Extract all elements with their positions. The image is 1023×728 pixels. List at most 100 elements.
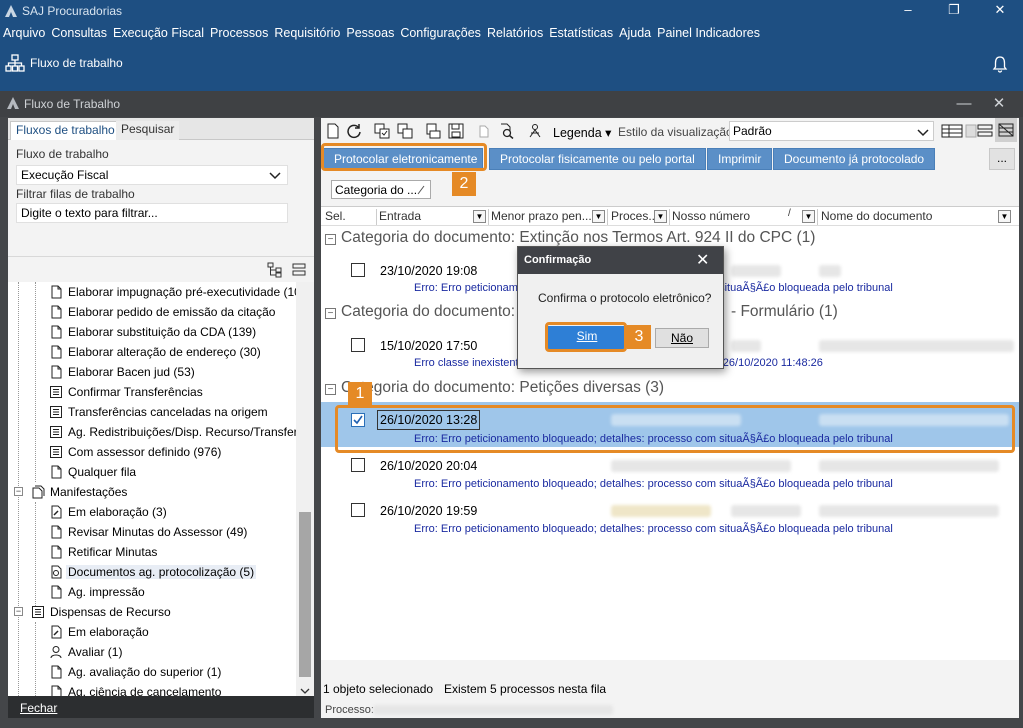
menu-configuracoes[interactable]: Configurações — [397, 22, 484, 46]
menu-ajuda[interactable]: Ajuda — [616, 22, 654, 46]
tree-item[interactable]: Transferências canceladas na origem — [8, 402, 296, 422]
sort-indicator-icon: / — [788, 208, 791, 219]
row-checkbox[interactable] — [351, 338, 365, 352]
copy-icon[interactable] — [397, 123, 413, 139]
menu-relatorios[interactable]: Relatórios — [484, 22, 546, 46]
tree-item[interactable]: Elaborar alteração de endereço (30) — [8, 342, 296, 362]
menu-processos[interactable]: Processos — [207, 22, 271, 46]
row-checkbox[interactable] — [351, 458, 365, 472]
row-checkbox[interactable] — [351, 503, 365, 517]
more-button[interactable]: ... — [989, 148, 1015, 170]
collapse-toggle[interactable]: − — [325, 384, 336, 395]
maximize-button[interactable]: ❐ — [931, 0, 977, 22]
filter-dropdown-icon[interactable]: ▼ — [998, 210, 1011, 223]
no-button[interactable]: Não — [655, 328, 709, 348]
tree-item[interactable]: Ag. impressão — [8, 582, 296, 602]
menu-consultas[interactable]: Consultas — [48, 22, 110, 46]
tree-item[interactable]: Qualquer fila — [8, 462, 296, 482]
tree-folder-manifestacoes[interactable]: − Manifestações — [8, 482, 296, 502]
menu-execucao-fiscal[interactable]: Execução Fiscal — [110, 22, 207, 46]
print-button[interactable]: Imprimir — [707, 148, 773, 170]
document-icon — [51, 365, 62, 379]
menu-pessoas[interactable]: Pessoas — [343, 22, 397, 46]
table-row[interactable]: 26/10/2020 20:04 Erro: Erro peticionamen… — [321, 448, 1019, 493]
expand-all-icon[interactable] — [267, 262, 283, 278]
filter-off-icon[interactable] — [995, 118, 1017, 142]
tree-item[interactable]: Avaliar (1) — [8, 642, 296, 662]
tree-item[interactable]: Elaborar substituição da CDA (139) — [8, 322, 296, 342]
legend-dropdown[interactable]: Legenda ▾ — [553, 125, 611, 140]
chevron-down-icon[interactable] — [300, 686, 310, 696]
column-nosso-numero[interactable]: Nosso número — [672, 209, 750, 223]
collapse-all-icon[interactable] — [291, 262, 307, 278]
filter-dropdown-icon[interactable]: ▼ — [654, 210, 667, 223]
filter-dropdown-icon[interactable]: ▼ — [473, 210, 486, 223]
document-icon — [51, 525, 62, 539]
collapse-toggle[interactable]: − — [14, 487, 23, 496]
row-checkbox[interactable] — [351, 263, 365, 277]
tree-item[interactable]: Ag. avaliação do superior (1) — [8, 662, 296, 682]
already-protocoled-button[interactable]: Documento já protocolado — [773, 148, 936, 170]
tab-fluxos-de-trabalho[interactable]: Fluxos de trabalho — [10, 121, 121, 140]
bell-icon[interactable] — [990, 54, 1010, 74]
filter-dropdown-icon[interactable]: ▼ — [592, 210, 605, 223]
collapse-toggle[interactable]: − — [325, 234, 336, 245]
tree-vertical-scrollbar[interactable] — [296, 282, 314, 700]
column-chooser-icon[interactable] — [965, 123, 977, 139]
dialog-close-icon[interactable]: ✕ — [696, 250, 709, 270]
tree-item[interactable]: Ag. Redistribuições/Disp. Recurso/Transf… — [8, 422, 296, 442]
tree-item-selected[interactable]: Documentos ag. protocolização (5) — [8, 562, 296, 582]
attach-icon[interactable] — [476, 123, 492, 139]
save-icon[interactable] — [448, 123, 464, 139]
group-icon[interactable] — [977, 123, 993, 139]
menu-requisitorio[interactable]: Requisitório — [271, 22, 343, 46]
tree-item[interactable]: Retificar Minutas — [8, 542, 296, 562]
tab-fluxo-de-trabalho[interactable]: Fluxo de trabalho — [30, 56, 123, 70]
minimize-button[interactable]: – — [885, 0, 931, 22]
refresh-icon[interactable] — [346, 123, 362, 139]
tree-folder-dispensas[interactable]: − Dispensas de Recurso — [8, 602, 296, 622]
column-menor-prazo[interactable]: Menor prazo pen... — [491, 209, 592, 223]
scroll-thumb[interactable] — [299, 512, 311, 677]
document-icon — [51, 285, 62, 299]
tree-item[interactable]: Elaborar impugnação pré-executividade (1… — [8, 282, 296, 302]
process-count: Existem 5 processos nesta fila — [444, 682, 607, 696]
column-sel[interactable]: Sel. — [325, 209, 346, 223]
menu-estatisticas[interactable]: Estatísticas — [546, 22, 616, 46]
inner-minimize-button[interactable]: — — [947, 93, 981, 115]
collapse-toggle[interactable]: − — [14, 607, 23, 616]
tree-item[interactable]: Em elaboração — [8, 622, 296, 642]
tree-item[interactable]: Em elaboração (3) — [8, 502, 296, 522]
group-header[interactable]: − Categoria do documento: Petições diver… — [321, 376, 1019, 402]
flow-select[interactable]: Execução Fiscal — [16, 165, 288, 185]
column-entrada[interactable]: Entrada — [379, 209, 421, 223]
tree-item[interactable]: Elaborar pedido de emissão da citação — [8, 302, 296, 322]
tree-item[interactable]: Confirmar Transferências — [8, 382, 296, 402]
inner-close-button[interactable]: ✕ — [982, 93, 1016, 115]
tree-item[interactable]: Elaborar Bacen jud (53) — [8, 362, 296, 382]
group-chip[interactable]: Categoria do ... — [331, 180, 431, 199]
search-document-icon[interactable] — [499, 123, 515, 139]
collapse-toggle[interactable]: − — [325, 308, 336, 319]
menu-painel-indicadores[interactable]: Painel Indicadores — [654, 22, 763, 46]
close-button[interactable]: ✕ — [977, 0, 1023, 22]
list-icon — [50, 426, 62, 438]
filter-input[interactable]: Digite o texto para filtrar... — [16, 203, 288, 223]
legend-icon[interactable] — [527, 123, 543, 139]
layout-icon[interactable] — [941, 123, 963, 139]
new-document-icon[interactable] — [325, 123, 341, 139]
tree-item[interactable]: Com assessor definido (976) — [8, 442, 296, 462]
column-nome-documento[interactable]: Nome do documento — [821, 209, 932, 223]
protocol-physical-button[interactable]: Protocolar fisicamente ou pelo portal — [489, 148, 706, 170]
title-bar: SAJ Procuradorias – ❐ ✕ — [0, 0, 1023, 22]
style-select[interactable]: Padrão — [729, 121, 934, 141]
filter-dropdown-icon[interactable]: ▼ — [802, 210, 815, 223]
print-preview-icon[interactable] — [425, 123, 441, 139]
menu-arquivo[interactable]: Arquivo — [0, 22, 48, 46]
tab-pesquisar[interactable]: Pesquisar — [116, 121, 180, 140]
tree-item[interactable]: Revisar Minutas do Assessor (49) — [8, 522, 296, 542]
fechar-button[interactable]: Fechar — [20, 701, 57, 715]
table-row[interactable]: 26/10/2020 19:59 Erro: Erro peticionamen… — [321, 494, 1019, 539]
move-documents-icon[interactable] — [374, 123, 390, 139]
column-processo[interactable]: Proces... — [611, 209, 658, 223]
